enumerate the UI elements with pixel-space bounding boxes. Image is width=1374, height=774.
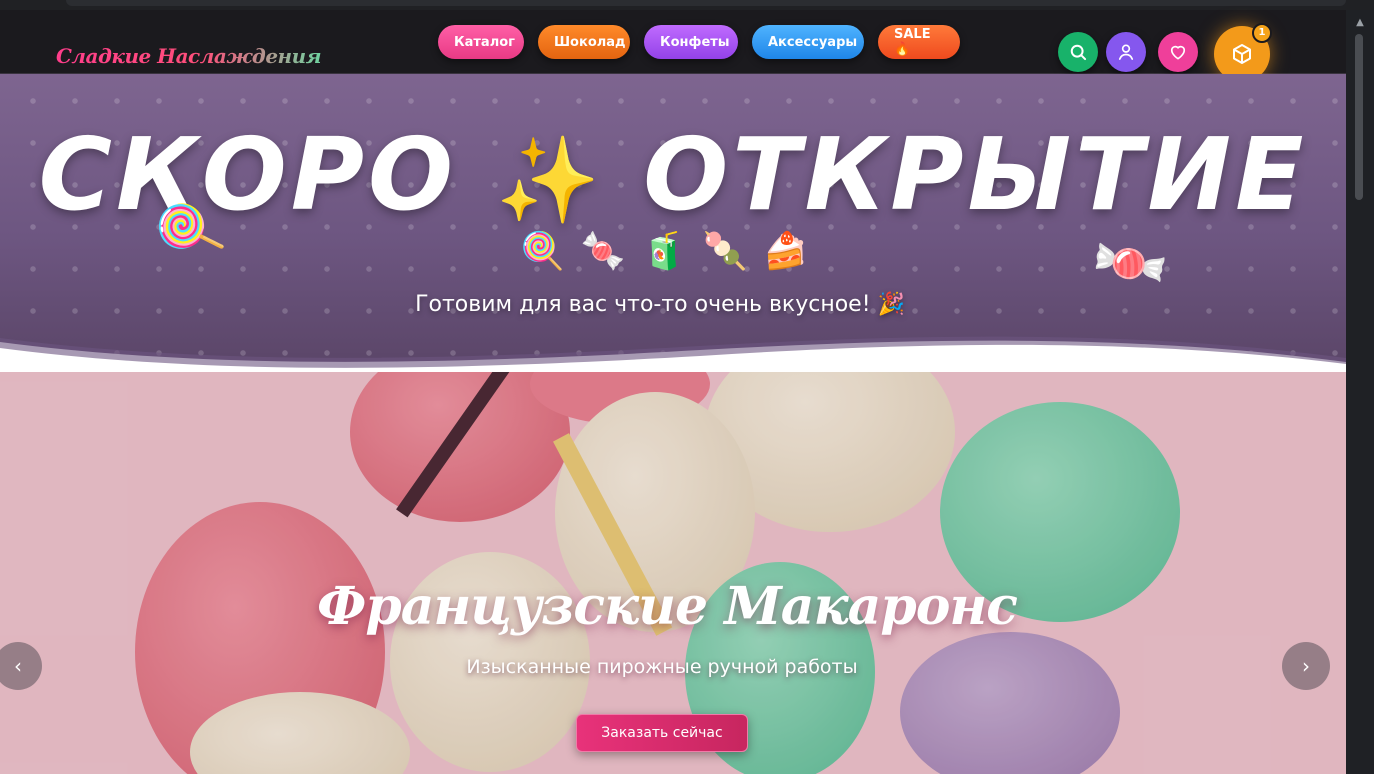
banner-subtitle: Готовим для вас что-то очень вкусное! 🎉: [415, 292, 905, 317]
nav-candy-button[interactable]: Конфеты: [644, 25, 738, 59]
cake-slice-icon: 🍰: [763, 231, 809, 272]
address-bar[interactable]: [66, 0, 1346, 6]
chevron-left-icon: ‹: [14, 654, 22, 678]
favorites-button[interactable]: [1158, 32, 1198, 72]
site-logo[interactable]: Сладкие Наслаждения: [56, 44, 322, 68]
account-button[interactable]: [1106, 32, 1146, 72]
scrollbar-thumb[interactable]: [1355, 34, 1363, 200]
user-icon: [1118, 44, 1134, 60]
box-icon: [1233, 44, 1251, 64]
wave-divider: [0, 336, 1346, 372]
browser-chrome: [0, 0, 1374, 10]
nav-catalog-button[interactable]: Каталог: [438, 25, 524, 59]
sparkle-icon: ✨: [495, 131, 605, 229]
slider-next-button[interactable]: ›: [1282, 642, 1330, 690]
search-button[interactable]: [1058, 32, 1098, 72]
nav-sale-button[interactable]: SALE 🔥: [878, 25, 960, 59]
coming-soon-banner: СКОРО ✨ ОТКРЫТИЕ 🍭 🍬 🍭 🍬 🧃 🍡 🍰 Готовим д…: [0, 74, 1346, 372]
dango-icon: 🍡: [702, 231, 748, 272]
chevron-right-icon: ›: [1302, 654, 1310, 678]
main-nav: Каталог Шоколад Конфеты Аксессуары SALE …: [438, 25, 960, 59]
lollipop-icon: 🍭: [520, 231, 565, 272]
hero-subtitle: Изысканные пирожные ручной работы: [466, 656, 858, 678]
cart-count-badge: 1: [1252, 23, 1272, 43]
banner-title-left: СКОРО: [38, 116, 458, 233]
site-header: Сладкие Наслаждения Каталог Шоколад Конф…: [0, 10, 1346, 82]
heart-icon: [1170, 45, 1186, 60]
page-scrollbar[interactable]: ▲: [1346, 10, 1374, 774]
nav-chocolate-button[interactable]: Шоколад: [538, 25, 630, 59]
banner-title-right: ОТКРЫТИЕ: [643, 116, 1308, 233]
candy-icon: 🍬: [580, 231, 626, 272]
scroll-up-icon[interactable]: ▲: [1353, 16, 1367, 30]
order-now-button[interactable]: Заказать сейчас: [576, 714, 748, 752]
hero-title: Французские Макаронс: [317, 576, 1018, 637]
juice-box-icon: 🧃: [641, 231, 687, 272]
search-icon: [1070, 44, 1087, 61]
emoji-row: 🍭 🍬 🧃 🍡 🍰: [520, 230, 808, 272]
hero-slider: Французские Макаронс Изысканные пирожные…: [0, 372, 1346, 774]
nav-accessories-button[interactable]: Аксессуары: [752, 25, 864, 59]
